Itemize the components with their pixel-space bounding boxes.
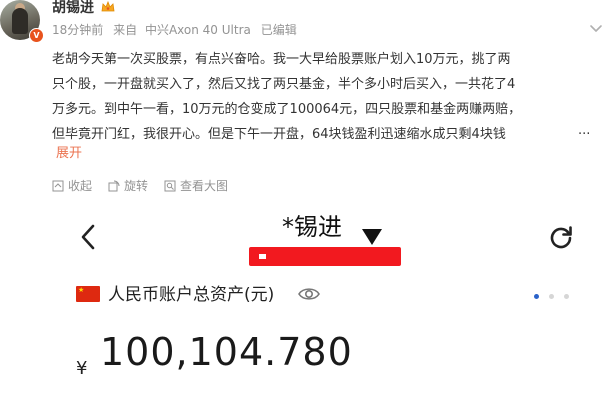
- zoom-icon: [164, 180, 176, 192]
- redaction-bar: [249, 247, 401, 266]
- view-large-button[interactable]: 查看大图: [164, 177, 228, 195]
- edited-label[interactable]: 已编辑: [261, 23, 297, 37]
- source-prefix: 来自: [113, 23, 138, 37]
- eye-icon: [298, 288, 320, 300]
- source-device[interactable]: 中兴Axon 40 Ultra: [145, 23, 251, 37]
- pager-dots: [534, 294, 569, 299]
- image-toolbar: 收起 旋转 查看大图: [52, 177, 228, 195]
- post-line: 但毕竟开门红，我很开心。但是下午一开盘，64块钱盈利迅速缩水成只剩4块钱: [52, 127, 506, 142]
- pager-dot[interactable]: [534, 294, 539, 299]
- refresh-icon: [550, 226, 572, 249]
- rotate-icon: [108, 180, 120, 192]
- china-flag-icon: ★: [76, 286, 100, 302]
- post-text: 老胡今天第一次买股票，有点兴奋哈。我一大早给股票账户划入10万元，挑了两 只个股…: [52, 47, 592, 147]
- rotate-label: 旋转: [124, 179, 149, 193]
- post-line: 只个股，一开盘就买入了，然后又找了两只基金，半个多小时后买入，一共花了4: [52, 77, 516, 92]
- account-title: *锡进: [282, 213, 342, 241]
- pager-dot[interactable]: [564, 294, 569, 299]
- collapse-button[interactable]: 收起: [52, 177, 92, 195]
- chevron-down-icon[interactable]: [588, 20, 604, 36]
- post-time[interactable]: 18分钟前: [52, 23, 103, 37]
- collapse-label: 收起: [68, 179, 93, 193]
- rotate-button[interactable]: 旋转: [108, 177, 148, 195]
- text-ellipsis: ...: [578, 123, 591, 138]
- author-name[interactable]: 胡锡进: [52, 0, 94, 16]
- post-line: 万多元。到中午一看，10万元的仓变成了100064元，四只股票和基金两赚两赔，: [52, 102, 522, 117]
- crown-icon: [101, 1, 115, 12]
- back-chevron-icon: [81, 224, 95, 250]
- avatar-figure: [12, 8, 28, 34]
- post-line: 老胡今天第一次买股票，有点兴奋哈。我一大早给股票账户划入10万元，挑了两: [52, 52, 511, 67]
- currency-symbol: ¥: [76, 358, 88, 379]
- asset-label: 人民币账户总资产(元): [108, 285, 275, 305]
- post-meta: 18分钟前 来自 中兴Axon 40 Ultra 已编辑: [52, 22, 303, 38]
- dropdown-triangle-icon: [362, 229, 382, 245]
- flag-star: ★: [78, 286, 85, 294]
- verified-badge-icon: V: [29, 28, 44, 43]
- view-large-label: 查看大图: [180, 179, 229, 193]
- pager-dot[interactable]: [549, 294, 554, 299]
- embedded-image[interactable]: *锡进 ★ 人民币账户总资产(元) ¥ 100,104.780: [52, 200, 610, 409]
- redaction-mark: [259, 254, 266, 259]
- total-assets-amount: 100,104.780: [100, 330, 353, 374]
- expand-link[interactable]: 展开: [56, 145, 82, 163]
- collapse-icon: [52, 180, 64, 192]
